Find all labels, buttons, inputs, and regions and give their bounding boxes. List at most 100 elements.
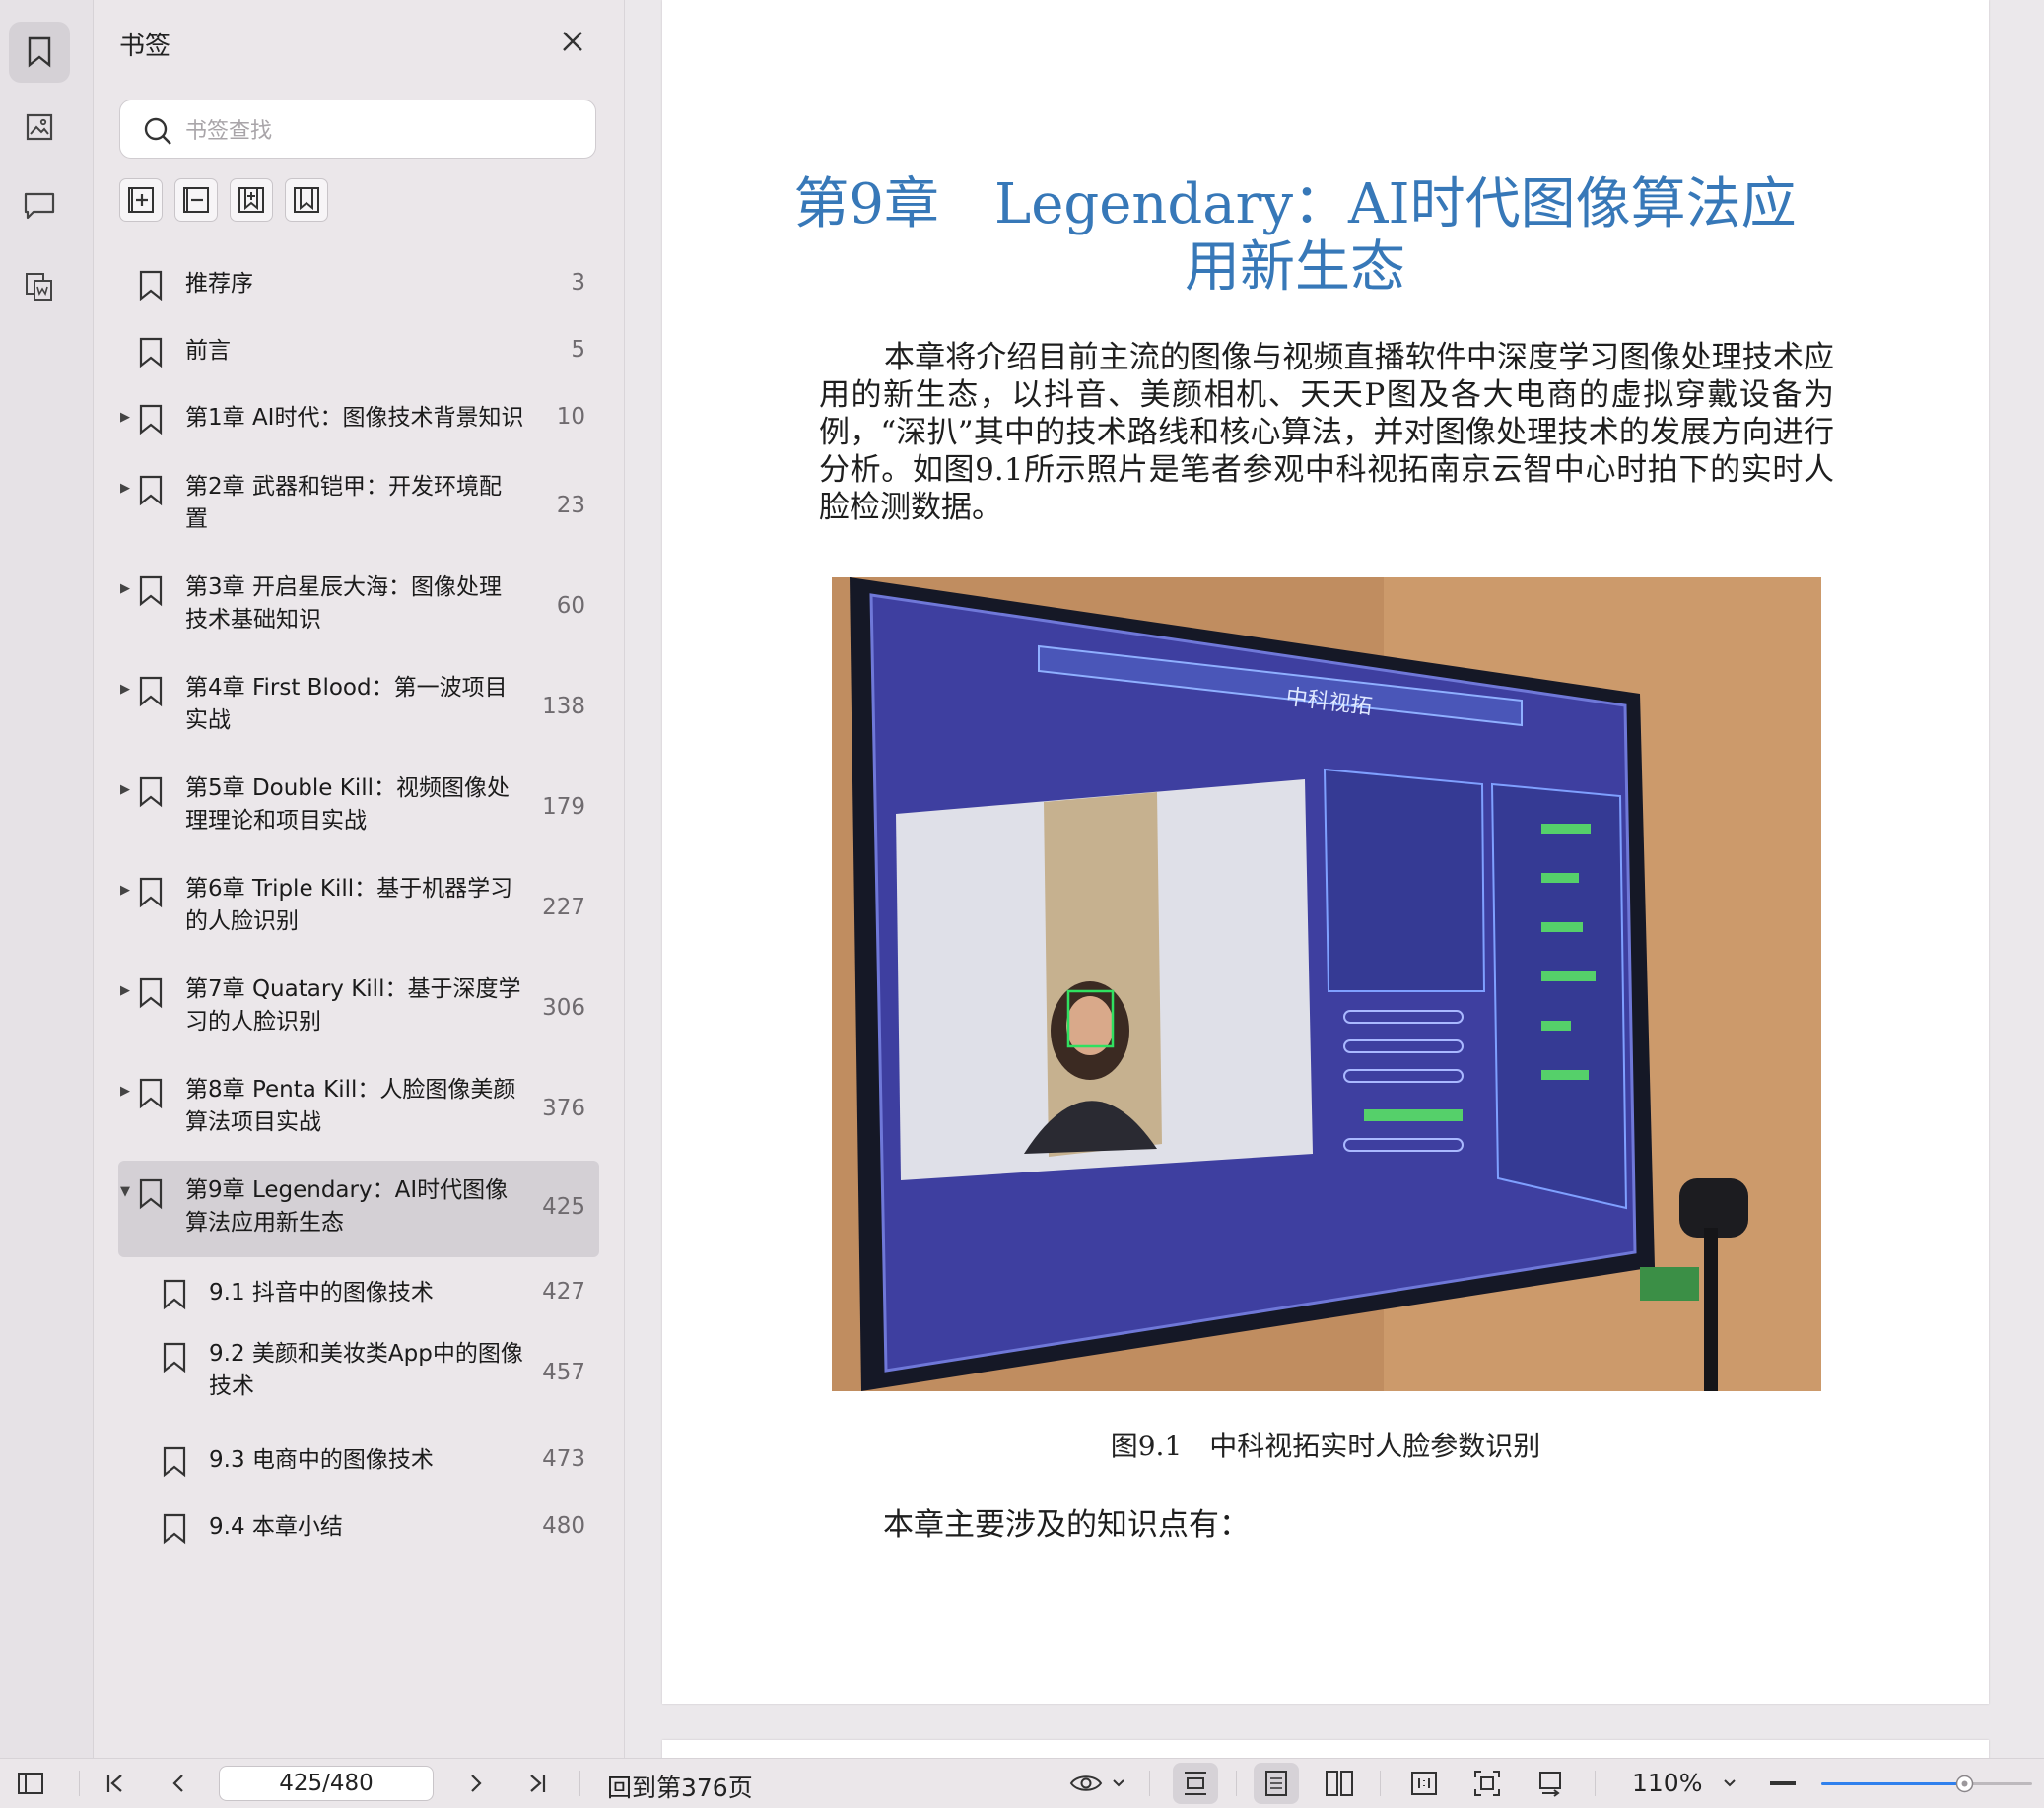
add-bookmark-icon [238, 187, 264, 213]
bookmark-item[interactable]: 9.4 本章小结 480 [118, 1494, 599, 1563]
previous-page-button[interactable] [164, 1769, 193, 1798]
bookmark-page: 376 [542, 1096, 585, 1121]
bookmark-item-selected[interactable]: ▼ 第9章 Legendary：AI时代图像算法应用新生态 425 [118, 1161, 599, 1257]
extract-tab-button[interactable] [9, 256, 70, 317]
bookmark-page: 3 [571, 270, 585, 296]
document-view[interactable]: 第9章 Legendary：AI时代图像算法应用新生态 本章将介绍目前主流的图像… [625, 0, 2044, 1779]
separator [1149, 1771, 1150, 1796]
bookmark-item[interactable]: ▶ 第5章 Double Kill：视频图像处理理论和项目实战 179 [118, 759, 599, 857]
bookmark-item[interactable]: ▶ 第4章 First Blood：第一波项目实战 138 [118, 658, 599, 757]
expand-caret-icon[interactable]: ▶ [120, 782, 130, 797]
read-mode-button[interactable] [1064, 1769, 1108, 1798]
search-icon [144, 117, 171, 145]
bookmark-item[interactable]: 9.2 美颜和美妆类App中的图像技术 457 [118, 1324, 599, 1423]
first-page-button[interactable] [101, 1769, 130, 1798]
collapse-all-button[interactable] [174, 178, 218, 222]
expand-caret-icon[interactable]: ▶ [120, 1084, 130, 1099]
expand-caret-icon[interactable]: ▶ [120, 682, 130, 697]
bookmark-item[interactable]: 9.1 抖音中的图像技术 427 [118, 1259, 599, 1328]
fit-width-icon-wrap [1181, 1769, 1210, 1798]
bookmark-item[interactable]: ▶ 第1章 AI时代：图像技术背景知识 10 [118, 384, 599, 453]
bookmark-item[interactable]: 9.3 电商中的图像技术 473 [118, 1427, 599, 1496]
collapse-caret-icon[interactable]: ▼ [120, 1184, 130, 1199]
bookmark-label: 第3章 开启星辰大海：图像处理技术基础知识 [185, 574, 502, 633]
bookmark-label: 推荐序 [185, 271, 253, 297]
close-panel-button[interactable] [557, 26, 588, 57]
back-to-page-link[interactable]: 回到第376页 [607, 1769, 753, 1804]
bookmark-flag-icon [139, 575, 163, 607]
zoom-slider[interactable] [1819, 1771, 2036, 1798]
last-page-button[interactable] [522, 1769, 552, 1798]
actual-size-icon [1411, 1772, 1437, 1795]
bookmark-item[interactable]: ▶ 第6章 Triple Kill：基于机器学习的人脸识别 227 [118, 859, 599, 958]
eye-icon [1069, 1775, 1103, 1791]
thumbnails-tab-button[interactable] [9, 97, 70, 158]
expand-caret-icon[interactable]: ▶ [120, 410, 130, 425]
bookmark-item[interactable]: ▶ 第2章 武器和铠甲：开发环境配置 23 [118, 457, 599, 556]
add-bookmark-button[interactable] [230, 178, 273, 222]
fit-page-icon [1474, 1771, 1500, 1796]
two-page-icon [1326, 1771, 1353, 1796]
expand-caret-icon[interactable]: ▶ [120, 883, 130, 898]
bookmark-page: 23 [556, 493, 585, 518]
panel-title: 书签 [119, 32, 171, 61]
bottom-toolbar: 425/480 回到第376页 110% [0, 1758, 2044, 1808]
bookmark-item[interactable]: ▶ 第7章 Quatary Kill：基于深度学习的人脸识别 306 [118, 960, 599, 1058]
bookmark-item[interactable]: 推荐序 3 [118, 250, 599, 319]
bookmark-search[interactable] [119, 100, 596, 159]
bookmark-flag-icon [139, 877, 163, 908]
actual-size-button[interactable] [1409, 1769, 1439, 1798]
bookmark-label: 9.4 本章小结 [209, 1514, 343, 1540]
first-page-icon [106, 1775, 122, 1792]
bookmark-page: 10 [556, 404, 585, 430]
expand-caret-icon[interactable]: ▶ [120, 481, 130, 496]
bookmark-panel: 书签 推荐序 3 前言 5 ▶ 第1章 AI时代：图像技 [94, 0, 625, 1758]
zoom-dropdown[interactable] [1715, 1769, 1744, 1798]
fit-width-icon [1185, 1772, 1206, 1795]
fit-page-button[interactable] [1472, 1769, 1502, 1798]
collapse-icon [183, 187, 209, 213]
bookmark-item[interactable]: 前言 5 [118, 317, 599, 386]
zoom-out-button[interactable] [1768, 1769, 1798, 1798]
expand-caret-icon[interactable]: ▶ [120, 983, 130, 998]
bookmark-item[interactable]: ▶ 第3章 开启星辰大海：图像处理技术基础知识 60 [118, 558, 599, 656]
bookmark-label: 9.1 抖音中的图像技术 [209, 1280, 434, 1306]
bookmark-page: 227 [542, 895, 585, 920]
bookmark-page: 473 [542, 1446, 585, 1472]
bookmarks-tab-button[interactable] [9, 22, 70, 83]
bookmark-page: 5 [571, 337, 585, 363]
next-page-button[interactable] [461, 1769, 491, 1798]
bookmark-label: 9.3 电商中的图像技术 [209, 1447, 434, 1473]
bookmark-label: 9.2 美颜和美妆类App中的图像技术 [209, 1341, 523, 1399]
page-number-input[interactable]: 425/480 [219, 1766, 434, 1801]
left-icon-rail [0, 0, 94, 1758]
bookmark-page: 306 [542, 995, 585, 1021]
bookmark-icon [28, 36, 51, 68]
comments-tab-button[interactable] [9, 175, 70, 236]
comment-icon [24, 192, 55, 220]
two-page-button[interactable] [1325, 1769, 1354, 1798]
toggle-sidebar-button[interactable] [16, 1769, 45, 1798]
bookmark-page: 457 [542, 1360, 585, 1385]
bookmark-label: 前言 [185, 338, 231, 364]
bookmark-label: 第6章 Triple Kill：基于机器学习的人脸识别 [185, 876, 513, 934]
expand-all-button[interactable] [119, 178, 163, 222]
zoom-level[interactable]: 110% [1632, 1769, 1702, 1797]
bookmark-flag-icon [139, 337, 163, 368]
image-icon [26, 113, 53, 141]
bookmark-page: 179 [542, 794, 585, 820]
rotate-icon [1539, 1772, 1561, 1797]
pdf-page: 第9章 Legendary：AI时代图像算法应用新生态 本章将介绍目前主流的图像… [662, 0, 1989, 1704]
bookmark-flag-icon [163, 1513, 186, 1545]
bookmark-item[interactable]: ▶ 第8章 Penta Kill：人脸图像美颜算法项目实战 376 [118, 1060, 599, 1159]
bookmark-label: 第1章 AI时代：图像技术背景知识 [185, 405, 524, 431]
separator [1236, 1771, 1237, 1796]
bookmark-label: 第2章 武器和铠甲：开发环境配置 [185, 474, 502, 532]
expand-caret-icon[interactable]: ▶ [120, 581, 130, 596]
read-mode-dropdown[interactable] [1104, 1769, 1133, 1798]
bookmark-label: 第5章 Double Kill：视频图像处理理论和项目实战 [185, 775, 511, 834]
bookmark-flag-icon [139, 270, 163, 301]
search-input[interactable] [183, 110, 581, 152]
add-child-bookmark-button[interactable] [285, 178, 328, 222]
rotate-button[interactable] [1535, 1769, 1565, 1798]
